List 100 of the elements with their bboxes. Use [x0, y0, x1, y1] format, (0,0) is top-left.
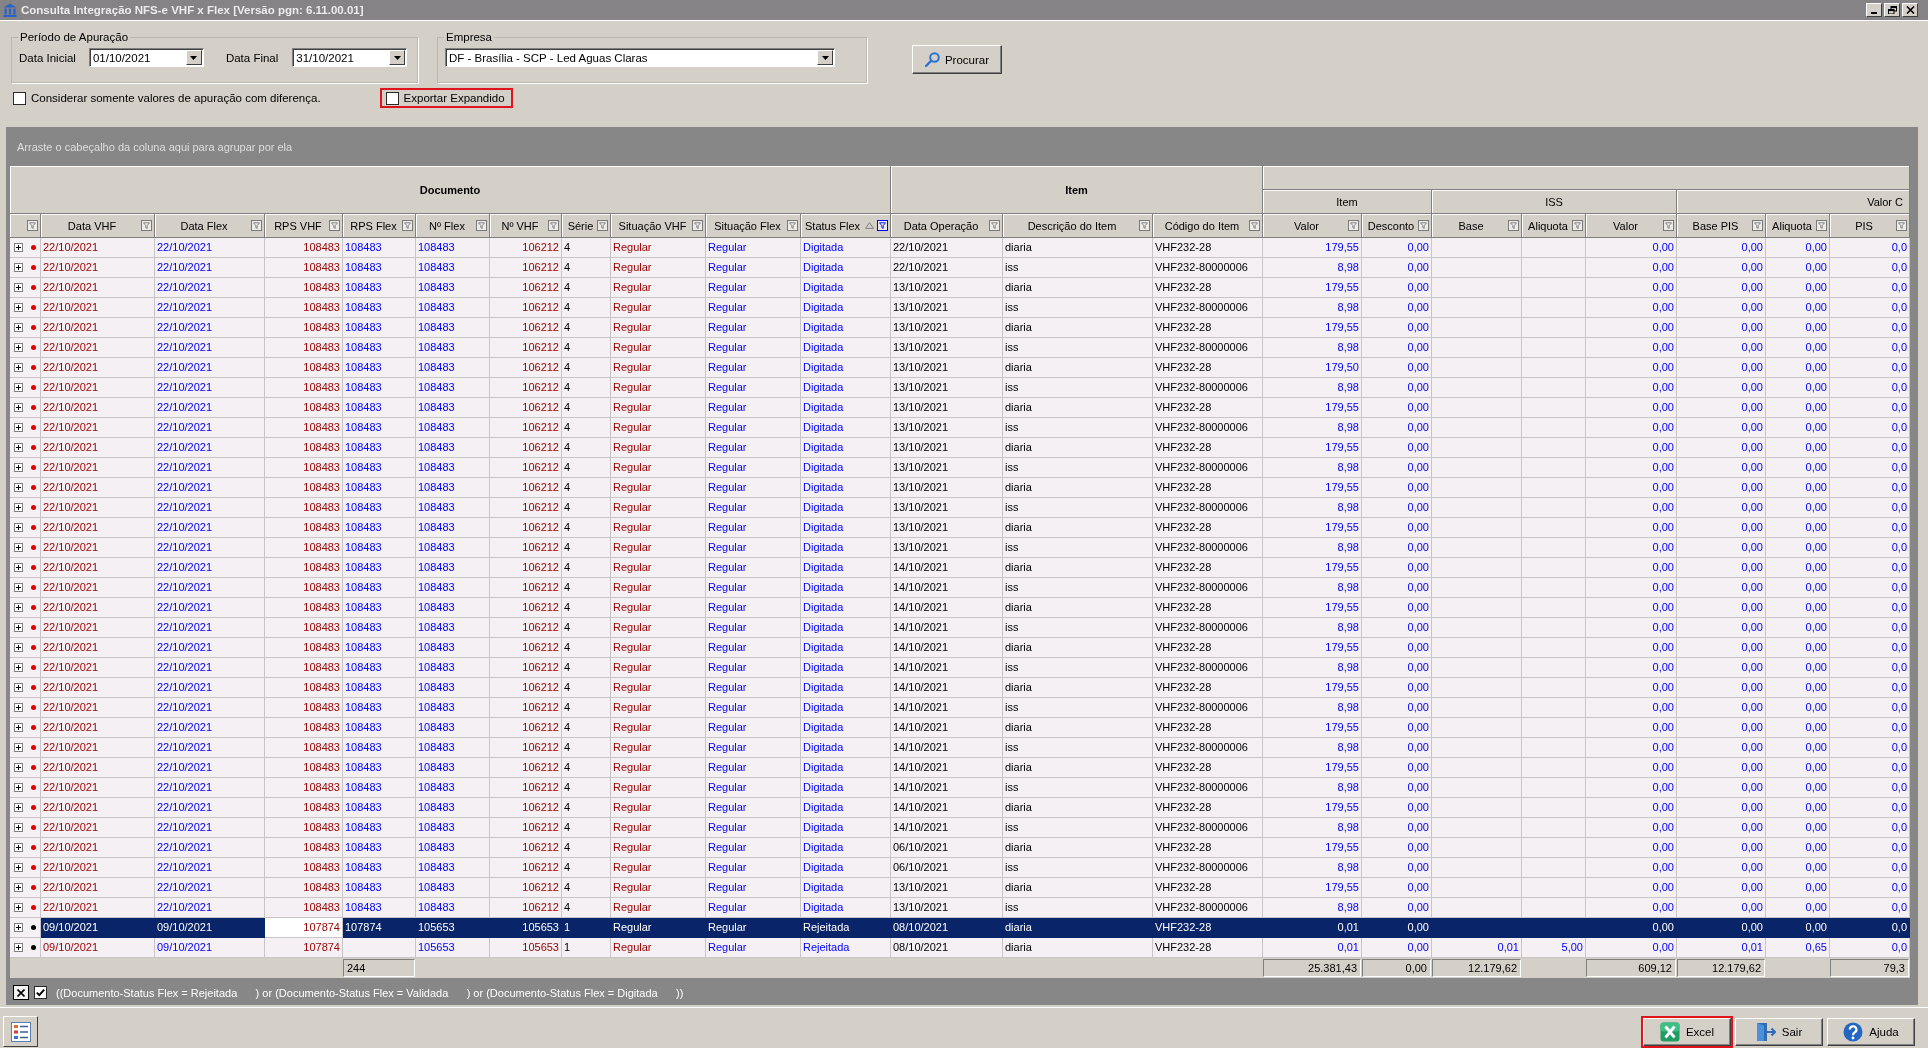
expand-icon[interactable]: [14, 843, 23, 852]
table-row[interactable]: 22/10/2021 22/10/2021 108483 108483 108483 106212 4 Regular Regular Digitada 13/10/2021 diaria VHF232-28 179,55 0,00 0,00 0,00 0,00 0,0: [41, 478, 1910, 498]
expand-icon[interactable]: [14, 683, 23, 692]
exit-button[interactable]: Sair: [1735, 1018, 1823, 1046]
filter-icon[interactable]: [141, 220, 152, 231]
table-row[interactable]: 09/10/2021 09/10/2021 107874 107874 105653 105653 1 Regular Regular Rejeitada 08/10/2021 diaria VHF232-28 0,01 0,00 0,00 0,00 0,00 0,0: [41, 918, 1910, 938]
table-row[interactable]: 22/10/2021 22/10/2021 108483 108483 108483 106212 4 Regular Regular Digitada 14/10/2021 iss VHF232-80000006 8,98 0,00 0,00 0,00 0,00 0,0: [41, 578, 1910, 598]
table-row[interactable]: 22/10/2021 22/10/2021 108483 108483 108483 106212 4 Regular Regular Digitada 13/10/2021 iss VHF232-80000006 8,98 0,00 0,00 0,00 0,00 0,0: [41, 898, 1910, 918]
table-row[interactable]: 22/10/2021 22/10/2021 108483 108483 108483 106212 4 Regular Regular Digitada 13/10/2021 diaria VHF232-28 179,55 0,00 0,00 0,00 0,00 0,0: [41, 318, 1910, 338]
expand-icon[interactable]: [14, 763, 23, 772]
expand-icon[interactable]: [14, 783, 23, 792]
help-button[interactable]: Ajuda: [1827, 1018, 1915, 1046]
expand-icon[interactable]: [14, 463, 23, 472]
column-header[interactable]: Situação Flex: [714, 219, 781, 232]
table-row[interactable]: 22/10/2021 22/10/2021 108483 108483 108483 106212 4 Regular Regular Digitada 13/10/2021 iss VHF232-80000006 8,98 0,00 0,00 0,00 0,00 0,0: [41, 538, 1910, 558]
expand-icon[interactable]: [14, 563, 23, 572]
table-row[interactable]: 22/10/2021 22/10/2021 108483 108483 108483 106212 4 Regular Regular Digitada 14/10/2021 diaria VHF232-28 179,55 0,00 0,00 0,00 0,00 0,0: [41, 718, 1910, 738]
filter-icon[interactable]: [1816, 220, 1827, 231]
table-row[interactable]: 22/10/2021 22/10/2021 108483 108483 108483 106212 4 Regular Regular Digitada 14/10/2021 diaria VHF232-28 179,55 0,00 0,00 0,00 0,00 0,0: [41, 798, 1910, 818]
column-header[interactable]: Base PIS: [1692, 219, 1739, 232]
table-row[interactable]: 22/10/2021 22/10/2021 108483 108483 108483 106212 4 Regular Regular Digitada 13/10/2021 iss VHF232-80000006 8,98 0,00 0,00 0,00 0,00 0,0: [41, 418, 1910, 438]
expand-icon[interactable]: [14, 663, 23, 672]
minimize-button[interactable]: [1866, 3, 1882, 17]
table-row[interactable]: 22/10/2021 22/10/2021 108483 108483 108483 106212 4 Regular Regular Digitada 06/10/2021 iss VHF232-80000006 8,98 0,00 0,00 0,00 0,00 0,0: [41, 858, 1910, 878]
filter-icon[interactable]: [251, 220, 262, 231]
checkbox[interactable]: [385, 91, 399, 105]
table-row[interactable]: 22/10/2021 22/10/2021 108483 108483 108483 106212 4 Regular Regular Digitada 14/10/2021 iss VHF232-80000006 8,98 0,00 0,00 0,00 0,00 0,0: [41, 778, 1910, 798]
expand-icon[interactable]: [14, 703, 23, 712]
column-header[interactable]: Valor: [1294, 219, 1319, 232]
expand-icon[interactable]: [14, 443, 23, 452]
list-button[interactable]: [3, 1016, 38, 1047]
filter-icon[interactable]: [476, 220, 487, 231]
expand-icon[interactable]: [14, 483, 23, 492]
expand-icon[interactable]: [14, 623, 23, 632]
column-header[interactable]: Status Flex: [805, 219, 860, 232]
column-header[interactable]: Valor: [1613, 219, 1638, 232]
table-row[interactable]: 22/10/2021 22/10/2021 108483 108483 108483 106212 4 Regular Regular Digitada 14/10/2021 diaria VHF232-28 179,55 0,00 0,00 0,00 0,00 0,0: [41, 598, 1910, 618]
dropdown-button[interactable]: [389, 50, 406, 65]
column-header[interactable]: RPS Flex: [350, 219, 397, 232]
filter-icon[interactable]: [1348, 220, 1359, 231]
clear-filter-button[interactable]: [13, 985, 29, 1000]
table-row[interactable]: 22/10/2021 22/10/2021 108483 108483 108483 106212 4 Regular Regular Digitada 22/10/2021 diaria VHF232-28 179,55 0,00 0,00 0,00 0,00 0,0: [41, 238, 1910, 258]
table-row[interactable]: 22/10/2021 22/10/2021 108483 108483 108483 106212 4 Regular Regular Digitada 13/10/2021 diaria VHF232-28 179,55 0,00 0,00 0,00 0,00 0,0: [41, 878, 1910, 898]
column-header[interactable]: Descrição do Item: [1027, 219, 1117, 232]
table-row[interactable]: 22/10/2021 22/10/2021 108483 108483 108483 106212 4 Regular Regular Digitada 14/10/2021 iss VHF232-80000006 8,98 0,00 0,00 0,00 0,00 0,0: [41, 738, 1910, 758]
filter-icon[interactable]: [1508, 220, 1519, 231]
table-row[interactable]: 22/10/2021 22/10/2021 108483 108483 108483 106212 4 Regular Regular Digitada 14/10/2021 diaria VHF232-28 179,55 0,00 0,00 0,00 0,00 0,0: [41, 758, 1910, 778]
column-header[interactable]: Data VHF: [67, 219, 117, 232]
expand-icon[interactable]: [14, 403, 23, 412]
table-row[interactable]: 22/10/2021 22/10/2021 108483 108483 108483 106212 4 Regular Regular Digitada 14/10/2021 iss VHF232-80000006 8,98 0,00 0,00 0,00 0,00 0,0: [41, 698, 1910, 718]
expand-icon[interactable]: [14, 903, 23, 912]
expand-icon[interactable]: [14, 263, 23, 272]
table-row[interactable]: 22/10/2021 22/10/2021 108483 108483 108483 106212 4 Regular Regular Digitada 06/10/2021 diaria VHF232-28 179,55 0,00 0,00 0,00 0,00 0,0: [41, 838, 1910, 858]
column-header[interactable]: Nº VHF: [501, 219, 539, 232]
table-row[interactable]: 22/10/2021 22/10/2021 108483 108483 108483 106212 4 Regular Regular Digitada 14/10/2021 iss VHF232-80000006 8,98 0,00 0,00 0,00 0,00 0,0: [41, 818, 1910, 838]
filter-icon[interactable]: [787, 220, 798, 231]
column-header[interactable]: Nº Flex: [429, 219, 465, 232]
filter-icon[interactable]: [877, 220, 888, 231]
expand-icon[interactable]: [14, 383, 23, 392]
table-row[interactable]: 22/10/2021 22/10/2021 108483 108483 108483 106212 4 Regular Regular Digitada 14/10/2021 iss VHF232-80000006 8,98 0,00 0,00 0,00 0,00 0,0: [41, 618, 1910, 638]
expand-icon[interactable]: [14, 883, 23, 892]
table-row[interactable]: 22/10/2021 22/10/2021 108483 108483 108483 106212 4 Regular Regular Digitada 13/10/2021 diaria VHF232-28 179,55 0,00 0,00 0,00 0,00 0,0: [41, 398, 1910, 418]
expand-icon[interactable]: [14, 243, 23, 252]
table-row[interactable]: 22/10/2021 22/10/2021 108483 108483 108483 106212 4 Regular Regular Digitada 14/10/2021 diaria VHF232-28 179,55 0,00 0,00 0,00 0,00 0,0: [41, 638, 1910, 658]
expand-icon[interactable]: [14, 923, 23, 932]
column-header[interactable]: Código do Item: [1164, 219, 1240, 232]
filter-icon[interactable]: [548, 220, 559, 231]
dropdown-button[interactable]: [817, 50, 833, 65]
expand-icon[interactable]: [14, 803, 23, 812]
filter-icon[interactable]: [402, 220, 413, 231]
expand-icon[interactable]: [14, 863, 23, 872]
table-row[interactable]: 22/10/2021 22/10/2021 108483 108483 108483 106212 4 Regular Regular Digitada 13/10/2021 iss VHF232-80000006 8,98 0,00 0,00 0,00 0,00 0,0: [41, 298, 1910, 318]
filter-icon[interactable]: [27, 220, 38, 231]
column-header[interactable]: Situação VHF: [618, 219, 687, 232]
close-button[interactable]: [1902, 3, 1918, 17]
filter-icon[interactable]: [1896, 220, 1907, 231]
column-header[interactable]: Base: [1458, 219, 1484, 232]
filter-icon[interactable]: [597, 220, 608, 231]
expand-icon[interactable]: [14, 503, 23, 512]
expand-icon[interactable]: [14, 543, 23, 552]
date-field[interactable]: 01/10/2021: [88, 48, 204, 67]
filter-icon[interactable]: [1418, 220, 1429, 231]
restore-button[interactable]: [1884, 3, 1900, 17]
table-row[interactable]: 22/10/2021 22/10/2021 108483 108483 108483 106212 4 Regular Regular Digitada 13/10/2021 diaria VHF232-28 179,50 0,00 0,00 0,00 0,00 0,0: [41, 358, 1910, 378]
column-header[interactable]: RPS VHF: [274, 219, 322, 232]
expand-icon[interactable]: [14, 303, 23, 312]
excel-button[interactable]: Excel: [1643, 1018, 1731, 1046]
expand-icon[interactable]: [14, 743, 23, 752]
table-row[interactable]: 22/10/2021 22/10/2021 108483 108483 108483 106212 4 Regular Regular Digitada 14/10/2021 diaria VHF232-28 179,55 0,00 0,00 0,00 0,00 0,0: [41, 678, 1910, 698]
expand-icon[interactable]: [14, 343, 23, 352]
filter-icon[interactable]: [1752, 220, 1763, 231]
date-field[interactable]: 31/10/2021: [292, 48, 408, 67]
table-row[interactable]: 22/10/2021 22/10/2021 108483 108483 108483 106212 4 Regular Regular Digitada 13/10/2021 diaria VHF232-28 179,55 0,00 0,00 0,00 0,00 0,0: [41, 438, 1910, 458]
table-row[interactable]: 22/10/2021 22/10/2021 108483 108483 108483 106212 4 Regular Regular Digitada 13/10/2021 iss VHF232-80000006 8,98 0,00 0,00 0,00 0,00 0,0: [41, 338, 1910, 358]
expand-icon[interactable]: [14, 643, 23, 652]
table-row[interactable]: 22/10/2021 22/10/2021 108483 108483 108483 106212 4 Regular Regular Digitada 13/10/2021 diaria VHF232-28 179,55 0,00 0,00 0,00 0,00 0,0: [41, 278, 1910, 298]
expand-icon[interactable]: [14, 423, 23, 432]
filter-icon[interactable]: [329, 220, 340, 231]
expand-icon[interactable]: [14, 723, 23, 732]
expand-icon[interactable]: [14, 583, 23, 592]
